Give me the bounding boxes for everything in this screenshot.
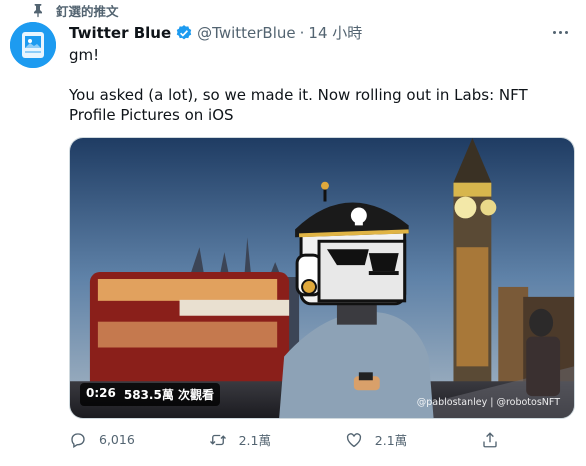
reply-icon xyxy=(71,432,85,448)
tweet-header: Twitter Blue @TwitterBlue · 14 小時 xyxy=(69,22,362,43)
like-count: 2.1萬 xyxy=(374,433,408,448)
avatar[interactable] xyxy=(10,22,56,68)
video-duration: 0:26 xyxy=(86,386,116,400)
share-icon xyxy=(483,431,497,447)
retweet-count: 2.1萬 xyxy=(238,433,271,448)
retweet-icon xyxy=(209,434,226,445)
tweet-text-line2: You asked (a lot), so we made it. Now ro… xyxy=(69,86,528,124)
pinned-label: 釘選的推文 xyxy=(56,3,119,19)
tweet-actions: 6,016 2.1萬 2.1萬 xyxy=(69,430,499,449)
reply-button[interactable]: 6,016 xyxy=(69,431,135,449)
handle[interactable]: @TwitterBlue xyxy=(197,24,295,42)
timestamp[interactable]: 14 小時 xyxy=(308,22,362,43)
video-player[interactable]: 0:26 583.5萬 次觀看 @pablostanley | @robotos… xyxy=(69,137,575,419)
separator-dot: · xyxy=(299,23,305,42)
video-info-badge: 0:26 583.5萬 次觀看 xyxy=(80,383,220,406)
retweet-button[interactable]: 2.1萬 xyxy=(209,430,271,449)
display-name[interactable]: Twitter Blue xyxy=(69,24,171,42)
video-thumbnail xyxy=(70,138,574,418)
like-button[interactable]: 2.1萬 xyxy=(345,430,407,449)
video-credit: @pablostanley | @robotosNFT xyxy=(416,397,560,408)
more-icon[interactable] xyxy=(550,22,570,42)
tweet-text-line1: gm! xyxy=(69,46,100,64)
like-icon xyxy=(346,432,361,447)
pin-icon xyxy=(34,4,42,18)
view-count: 583.5萬 次觀看 xyxy=(123,388,214,402)
share-button[interactable] xyxy=(481,431,499,449)
pinned-indicator: 釘選的推文 xyxy=(30,0,119,20)
reply-count: 6,016 xyxy=(99,432,135,447)
verified-badge-icon xyxy=(175,24,193,42)
